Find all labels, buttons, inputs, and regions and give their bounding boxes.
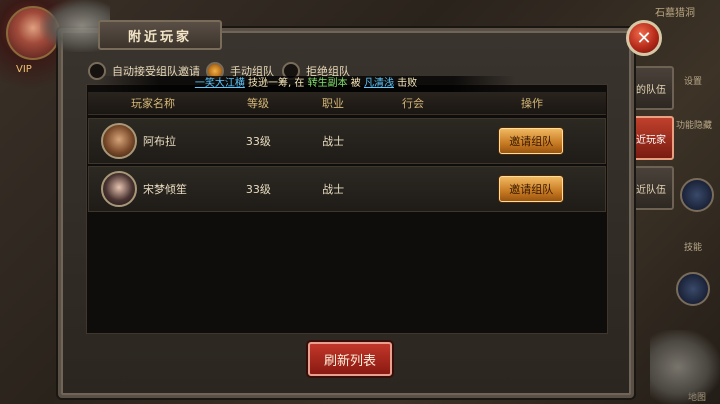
table-row[interactable]: 宋梦倾笙 33级 战士 邀请组队	[88, 166, 606, 212]
header-operation: 操作	[521, 97, 543, 110]
magic-orb-icon[interactable]	[676, 272, 710, 306]
vip-label: VIP	[16, 64, 32, 75]
broadcast-place: 转生副本	[307, 78, 348, 89]
system-broadcast: 一笑大江横 技逊一筹, 在 转生副本 被 凡清浅 击败	[96, 76, 516, 92]
player-job: 战士	[322, 135, 345, 148]
player-level: 33级	[245, 135, 271, 148]
operation-cell: 邀请组队	[458, 176, 605, 202]
function-hide-label[interactable]: 功能隐藏	[676, 118, 712, 131]
player-avatar	[101, 123, 137, 159]
refresh-list-button[interactable]: 刷新列表	[308, 342, 392, 376]
broadcast-text: 被	[350, 78, 361, 89]
skill-icon[interactable]	[680, 178, 714, 212]
player-job: 战士	[322, 183, 345, 196]
invite-team-button[interactable]: 邀请组队	[499, 176, 564, 202]
broadcast-killer-link[interactable]: 凡清浅	[364, 78, 394, 89]
player-name-cell: 宋梦倾笙	[89, 171, 219, 207]
operation-cell: 邀请组队	[458, 128, 605, 154]
player-name-cell: 阿布拉	[89, 123, 219, 159]
skill-label: 技能	[684, 243, 703, 253]
invite-team-button[interactable]: 邀请组队	[499, 128, 564, 154]
broadcast-text: 击败	[397, 78, 418, 89]
close-button[interactable]: ✕	[626, 20, 662, 56]
map-name-label: 石墓猎洞	[655, 8, 695, 19]
dragon-ornament-icon	[650, 330, 720, 404]
panel-title-tab: 附近玩家	[98, 20, 222, 50]
player-level: 33级	[245, 183, 271, 196]
player-name: 阿布拉	[143, 135, 176, 148]
player-name: 宋梦倾笙	[143, 183, 187, 196]
player-avatar	[101, 171, 137, 207]
header-name: 玩家名称	[131, 97, 175, 110]
broadcast-text: 技逊一筹, 在	[248, 78, 305, 89]
header-level: 等级	[247, 97, 269, 110]
header-job: 职业	[322, 97, 344, 110]
table-row[interactable]: 阿布拉 33级 战士 邀请组队	[88, 118, 606, 164]
close-icon: ✕	[636, 27, 652, 49]
header-guild: 行会	[402, 97, 424, 110]
settings-label[interactable]: 设置	[684, 74, 702, 87]
broadcast-player-link[interactable]: 一笑大江横	[195, 78, 245, 89]
table-header: 玩家名称 等级 职业 行会 操作	[88, 92, 606, 115]
panel-title: 附近玩家	[127, 29, 192, 45]
